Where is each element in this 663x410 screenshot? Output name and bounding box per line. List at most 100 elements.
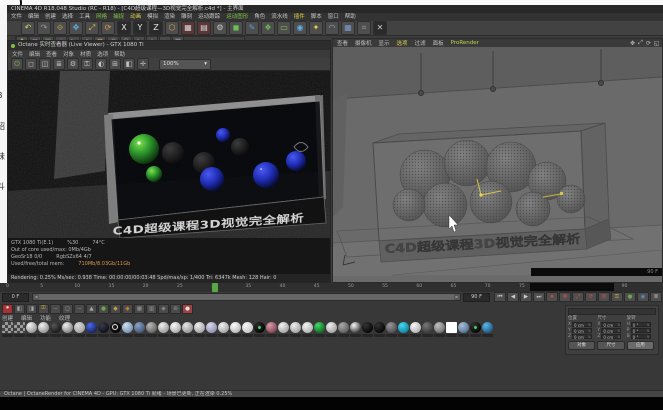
stepper-icon[interactable]: ⇅ (617, 323, 620, 326)
vp-corner-icon-2[interactable]: ⟳ (645, 40, 652, 47)
material-28[interactable] (338, 322, 350, 339)
timeline-tick-60[interactable]: 60 (416, 284, 422, 289)
toolbar-icon-17[interactable]: ◉ (293, 21, 307, 35)
material-33[interactable] (398, 322, 410, 339)
frame-start-field[interactable]: 0 F (2, 293, 29, 302)
timeline-tick-0[interactable]: 0 (6, 284, 9, 289)
coord-col-2-field-B[interactable]: 0 °⇅ (631, 334, 651, 339)
toolbar-icon-0[interactable]: ↶ (21, 21, 35, 35)
material-12[interactable] (146, 322, 158, 339)
lv-icon-3[interactable]: ≣ (53, 58, 65, 70)
stepper-icon[interactable]: ⇅ (588, 329, 591, 332)
material-20[interactable] (242, 322, 254, 339)
vp-menu-面板[interactable]: 面板 (433, 39, 444, 47)
timeline-tick-10[interactable]: 10 (74, 284, 80, 289)
material-1[interactable] (14, 322, 26, 339)
main-menu-帮助[interactable]: 帮助 (345, 13, 356, 21)
main-menu-捕捉[interactable]: 捕捉 (113, 13, 124, 21)
toolbar-icon-16[interactable]: ▭ (277, 21, 291, 35)
material-31[interactable] (374, 322, 386, 339)
anim-icon-2[interactable]: ◨ (26, 304, 37, 314)
vp-menu-过滤[interactable]: 过滤 (415, 39, 426, 47)
material-38[interactable] (458, 322, 470, 339)
lv-menu-材质[interactable]: 材质 (80, 50, 91, 58)
lv-icon-2[interactable]: ◫ (39, 58, 51, 70)
material-32[interactable] (386, 322, 398, 339)
material-22[interactable] (266, 322, 278, 339)
timeline-tick-70[interactable]: 70 (485, 284, 491, 289)
material-0[interactable] (2, 322, 14, 339)
material-39[interactable] (470, 322, 482, 339)
toolbar-icon-13[interactable]: ◼ (229, 21, 243, 35)
toolbar-icon-11[interactable]: ▤ (197, 21, 211, 35)
lv-icon-0[interactable]: ⏻ (11, 58, 23, 70)
main-menu-角色[interactable]: 角色 (254, 13, 265, 21)
timeline-tick-40[interactable]: 40 (280, 284, 286, 289)
material-35[interactable] (422, 322, 434, 339)
timeline-current-frame-marker[interactable] (212, 283, 218, 292)
main-menu-运动图形[interactable]: 运动图形 (226, 13, 248, 21)
lv-icon-8[interactable]: ◧ (123, 58, 135, 70)
stepper-icon[interactable]: ⇅ (617, 335, 620, 338)
lv-icon-1[interactable]: ◻ (25, 58, 37, 70)
coord-btn-对象[interactable]: 对象 (568, 341, 595, 350)
material-34[interactable] (410, 322, 422, 339)
material-10[interactable] (122, 322, 134, 339)
coord-col-1-field-Z[interactable]: 0 cm⇅ (601, 334, 621, 339)
transport-btn-4[interactable]: ⏺ (546, 292, 558, 302)
stepper-icon[interactable]: ⇅ (647, 335, 650, 338)
material-30[interactable] (362, 322, 374, 339)
coord-col-1-field-X[interactable]: 0 cm⇅ (601, 322, 621, 327)
toolbar-icon-15[interactable]: ❖ (261, 21, 275, 35)
lv-icon-7[interactable]: ⊞ (109, 58, 121, 70)
stepper-icon[interactable]: ⇅ (588, 335, 591, 338)
coord-col-0-field-Y[interactable]: 0 cm⇅ (572, 328, 592, 333)
anim-icon-4[interactable]: － (50, 304, 61, 314)
toolbar-icon-12[interactable]: ⚙ (213, 21, 227, 35)
main-menu-脚本[interactable]: 脚本 (311, 13, 322, 21)
toolbar-icon-3[interactable]: ✥ (69, 21, 83, 35)
timeline-tick-45[interactable]: 45 (314, 284, 320, 289)
main-menu-渲染[interactable]: 渲染 (164, 13, 175, 21)
coord-col-2-field-H[interactable]: 0 °⇅ (631, 322, 651, 327)
timeline-tick-25[interactable]: 25 (177, 284, 183, 289)
material-11[interactable] (134, 322, 146, 339)
timeline-tick-15[interactable]: 15 (109, 284, 115, 289)
transport-btn-11[interactable]: ◉ (637, 292, 649, 302)
toolbar-icon-8[interactable]: Z (149, 21, 163, 35)
timeline-tick-90[interactable]: 90 (622, 284, 628, 289)
vp-menu-ProRender[interactable]: ProRender (451, 40, 479, 46)
window-titlebar[interactable]: CINEMA 4D R18.048 Studio (RC - R18) - [C… (7, 5, 663, 13)
transport-btn-2[interactable]: ▶ (520, 292, 532, 302)
vp-corner-icon-1[interactable]: ⤢ (637, 40, 644, 47)
mat-menu-纹理[interactable]: 纹理 (59, 314, 70, 321)
toolbar-icon-1[interactable]: ↷ (37, 21, 51, 35)
toolbar-icon-19[interactable]: ◠ (325, 21, 339, 35)
material-21[interactable] (254, 322, 266, 339)
lv-menu-选项[interactable]: 选项 (97, 50, 108, 58)
material-2[interactable] (26, 322, 38, 339)
anim-icon-5[interactable]: ◻ (62, 304, 73, 314)
timeline-tick-55[interactable]: 55 (382, 284, 388, 289)
lv-icon-6[interactable]: ◐ (95, 58, 107, 70)
vp-menu-选项[interactable]: 选项 (397, 39, 408, 47)
material-15[interactable] (182, 322, 194, 339)
material-13[interactable] (158, 322, 170, 339)
anim-icon-6[interactable]: － (74, 304, 85, 314)
coord-col-2-field-P[interactable]: 0 °⇅ (631, 328, 651, 333)
toolbar-icon-6[interactable]: X (117, 21, 131, 35)
timeline-tick-35[interactable]: 35 (245, 284, 251, 289)
material-9[interactable] (110, 322, 122, 339)
material-26[interactable] (314, 322, 326, 339)
toolbar-icon-14[interactable]: ✎ (245, 21, 259, 35)
material-19[interactable] (230, 322, 242, 339)
material-7[interactable] (86, 322, 98, 339)
timeline-tick-5[interactable]: 5 (40, 284, 43, 289)
toolbar-icon-10[interactable]: ▦ (181, 21, 195, 35)
toolbar-icon-22[interactable]: ✕ (373, 21, 387, 35)
main-menu-创建[interactable]: 创建 (45, 13, 56, 21)
material-23[interactable] (278, 322, 290, 339)
timeline-tick-20[interactable]: 20 (143, 284, 149, 289)
vp-corner-icon-0[interactable]: ✥ (629, 40, 636, 47)
anim-icon-3[interactable]: ⚿ (38, 304, 49, 314)
